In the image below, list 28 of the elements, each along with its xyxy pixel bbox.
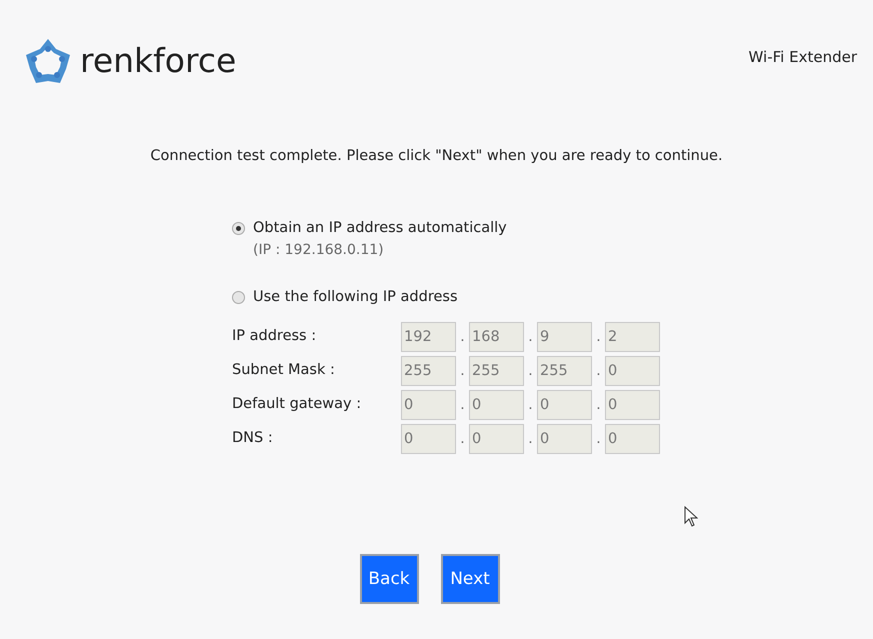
- dot-separator: .: [595, 396, 602, 415]
- logo-icon: [24, 36, 72, 85]
- mouse-cursor-icon: [684, 506, 698, 527]
- ip-note: (IP : 192.168.0.11): [253, 240, 385, 260]
- field-label: IP address :: [232, 327, 318, 346]
- dot-separator: .: [459, 430, 466, 449]
- instruction-text: Connection test complete. Please click "Next" when you are ready to continue.: [150, 147, 723, 166]
- option-label: Use the following IP address: [253, 288, 458, 306]
- dot-separator: .: [595, 362, 602, 381]
- field-label: Default gateway :: [232, 395, 362, 414]
- radio-button[interactable]: [232, 222, 245, 236]
- option-label: Obtain an IP address automatically: [253, 218, 507, 238]
- field-label: Subnet Mask :: [232, 361, 336, 380]
- dot-separator: .: [527, 362, 534, 381]
- dot-separator: .: [459, 362, 466, 381]
- dot-separator: .: [595, 430, 602, 449]
- dot-separator: .: [459, 328, 466, 347]
- dot-separator: .: [459, 396, 466, 415]
- product-name: Wi-Fi Extender: [748, 47, 857, 68]
- dot-separator: .: [527, 430, 534, 449]
- nav-button[interactable]: Back: [360, 554, 418, 604]
- dot-separator: .: [527, 396, 534, 415]
- dot-separator: .: [595, 328, 602, 347]
- radio-button[interactable]: [232, 290, 245, 304]
- field-label: DNS :: [232, 429, 274, 448]
- nav-button[interactable]: Next: [440, 554, 500, 604]
- dot-separator: .: [527, 328, 534, 347]
- brand-name: renkforce: [80, 40, 236, 82]
